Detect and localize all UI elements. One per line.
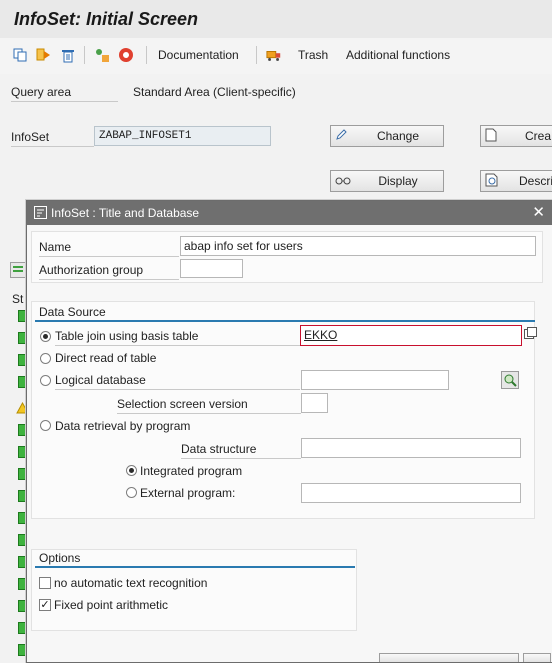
infoset-input[interactable]: ZABAP_INFOSET1 (94, 126, 271, 146)
create-button-label: Crea (525, 129, 552, 143)
description-icon (485, 173, 503, 190)
basis-table-input[interactable]: EKKO (300, 325, 522, 346)
logical-database-label: Logical database (55, 373, 300, 390)
logical-database-radio[interactable] (40, 375, 51, 386)
options-divider (35, 566, 355, 568)
data-structure-label: Data structure (181, 442, 301, 459)
forward-icon[interactable] (36, 47, 52, 63)
name-input[interactable]: abap info set for users (180, 236, 536, 256)
value-help-icon[interactable] (524, 327, 537, 343)
fixed-point-checkbox[interactable]: ✓ (39, 599, 51, 611)
data-source-divider (35, 320, 535, 322)
display-button-label: Display (378, 174, 418, 188)
selection-screen-label: Selection screen version (117, 397, 301, 414)
infoset-label: InfoSet (11, 130, 94, 147)
trash-icon[interactable] (266, 47, 282, 63)
authorization-group-label: Authorization group (39, 263, 179, 280)
options-title: Options (39, 551, 81, 565)
list-column-header: St (12, 292, 24, 306)
dialog-title: InfoSet : Title and Database (51, 206, 200, 220)
no-auto-text-checkbox[interactable] (39, 577, 51, 589)
data-source-title: Data Source (39, 305, 106, 319)
check-icon[interactable] (118, 47, 134, 63)
glasses-icon (335, 174, 353, 189)
table-join-radio[interactable] (40, 331, 51, 342)
description-button-label: Descri (519, 174, 552, 188)
no-auto-text-label: no automatic text recognition (54, 576, 208, 590)
integrated-program-label: Integrated program (140, 464, 243, 478)
name-label: Name (39, 240, 179, 257)
new-document-icon (485, 128, 503, 145)
fixed-point-label: Fixed point arithmetic (54, 598, 169, 612)
description-button[interactable]: Descri (480, 170, 552, 192)
toolbar-separator (84, 46, 85, 64)
direct-read-label: Direct read of table (55, 351, 157, 365)
search-icon[interactable] (501, 371, 519, 389)
close-icon[interactable]: ✕ (532, 203, 545, 221)
data-structure-input[interactable] (301, 438, 521, 458)
pencil-icon (335, 128, 353, 144)
logical-database-input[interactable] (301, 370, 449, 390)
selection-screen-input[interactable] (301, 393, 328, 413)
toolbar-separator (146, 46, 147, 64)
page-title: InfoSet: Initial Screen (14, 9, 199, 29)
documentation-button[interactable]: Documentation (158, 48, 239, 62)
authorization-group-input[interactable] (180, 259, 243, 278)
display-button[interactable]: Display (330, 170, 444, 192)
external-program-label: External program: (140, 486, 236, 500)
query-area-value: Standard Area (Client-specific) (133, 85, 296, 99)
program-retrieval-label: Data retrieval by program (55, 419, 191, 433)
list-toolbar-icon[interactable] (10, 262, 26, 278)
query-area-label: Query area (11, 85, 118, 102)
dialog-menu-icon[interactable] (34, 206, 47, 222)
program-retrieval-radio[interactable] (40, 420, 51, 431)
toolbar-separator (256, 46, 257, 64)
integrated-program-radio[interactable] (126, 465, 137, 476)
external-program-input[interactable] (301, 483, 521, 503)
role-assignment-icon[interactable] (94, 47, 110, 63)
direct-read-radio[interactable] (40, 353, 51, 364)
change-button-label: Change (376, 129, 420, 143)
change-button[interactable]: Change (330, 125, 444, 147)
delete-icon[interactable] (60, 47, 76, 63)
additional-functions-menu[interactable]: Additional functions (346, 48, 450, 62)
title-and-database-dialog: InfoSet : Title and Database ✕ Name abap… (26, 200, 552, 663)
table-join-label: Table join using basis table (55, 329, 300, 346)
external-program-radio[interactable] (126, 487, 137, 498)
trash-button[interactable]: Trash (298, 48, 328, 62)
copy-icon[interactable] (12, 47, 28, 63)
create-button[interactable]: Crea (480, 125, 552, 147)
